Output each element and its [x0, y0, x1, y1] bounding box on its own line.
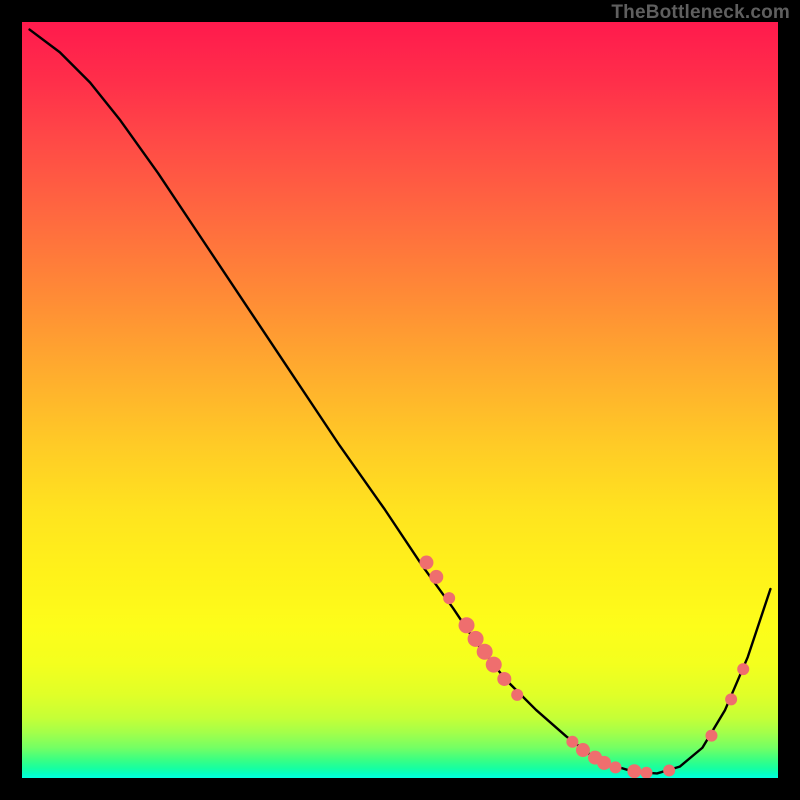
data-marker [627, 764, 641, 778]
data-marker [597, 756, 611, 770]
data-marker [663, 764, 675, 776]
data-marker [419, 556, 433, 570]
data-marker [468, 631, 484, 647]
data-marker [429, 570, 443, 584]
data-marker [511, 689, 523, 701]
chart-svg [22, 22, 778, 778]
data-marker [486, 657, 502, 673]
data-marker [497, 672, 511, 686]
data-marker [705, 730, 717, 742]
plot-area [22, 22, 778, 778]
data-marker [609, 761, 621, 773]
data-marker [459, 617, 475, 633]
data-marker [566, 736, 578, 748]
data-marker [725, 693, 737, 705]
data-marker [443, 592, 455, 604]
data-marker [640, 767, 652, 778]
watermark-text: TheBottleneck.com [611, 2, 790, 24]
chart-frame: TheBottleneck.com [0, 0, 800, 800]
data-marker [737, 663, 749, 675]
bottleneck-curve [30, 30, 771, 774]
marker-group [419, 556, 749, 778]
data-marker [576, 743, 590, 757]
data-marker [477, 644, 493, 660]
